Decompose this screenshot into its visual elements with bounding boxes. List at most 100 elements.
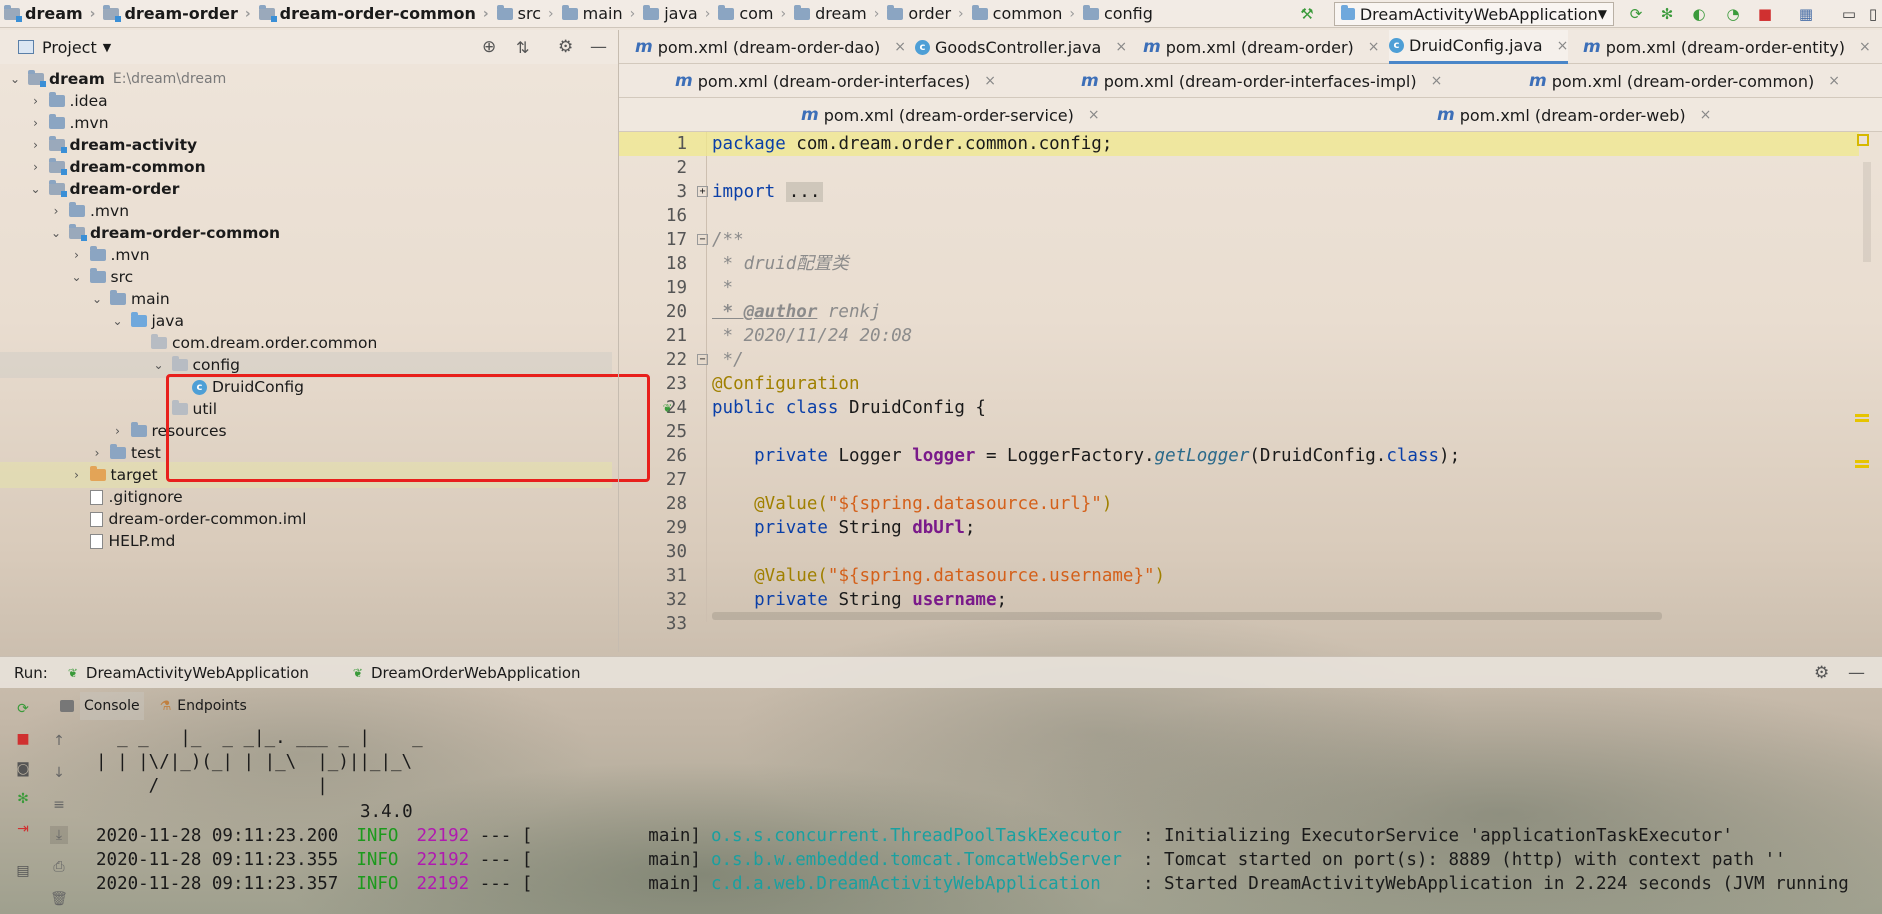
chevron-right-icon[interactable]: › [90, 446, 104, 460]
clear-icon[interactable]: 🗑 [50, 890, 68, 908]
editor-tab[interactable]: m pom.xml (dream-order-interfaces) × [675, 64, 996, 98]
gear-icon[interactable]: ⚙ [558, 37, 573, 57]
coverage-icon[interactable]: ◐ [1690, 5, 1708, 23]
editor-scrollbar[interactable] [1863, 162, 1871, 262]
console-output[interactable]: _ _ |_ _ _|_. ___ _ | _ | | |\/|_)(_| | … [96, 722, 1882, 914]
build-hammer-icon[interactable]: ⚒ [1298, 5, 1316, 23]
fold-collapse-icon[interactable]: − [697, 354, 708, 365]
breadcrumb-item[interactable]: dream-order-common › [255, 0, 493, 28]
close-icon[interactable]: × [1115, 39, 1127, 55]
chevron-down-icon[interactable]: ⌄ [49, 226, 63, 240]
editor-tab[interactable]: m pom.xml (dream-order-service) × [801, 98, 1100, 132]
camera-icon[interactable]: ◙ [14, 760, 32, 778]
error-stripe-mark[interactable] [1855, 460, 1869, 463]
close-icon[interactable]: × [1431, 73, 1443, 89]
fold-collapse-icon[interactable]: − [697, 234, 708, 245]
close-icon[interactable]: × [1700, 107, 1712, 123]
chevron-right-icon[interactable]: › [29, 94, 43, 108]
tab-endpoints[interactable]: Endpoints [177, 698, 247, 714]
folded-imports[interactable]: ... [785, 182, 824, 202]
close-icon[interactable]: × [1368, 39, 1380, 55]
breadcrumb-item[interactable]: dream › [0, 0, 99, 28]
breadcrumb-item[interactable]: config [1079, 0, 1157, 28]
editor-tab[interactable]: m pom.xml (dream-order-interfaces-impl) × [1081, 64, 1442, 98]
tab-console[interactable]: Console [80, 692, 144, 720]
chevron-right-icon[interactable]: › [70, 468, 84, 482]
editor-tab[interactable]: m pom.xml (dream-order-web) × [1437, 98, 1711, 132]
chevron-down-icon[interactable]: ⌄ [111, 314, 125, 328]
editor-tab[interactable]: c GoodsController.java × [915, 30, 1127, 64]
rerun-icon[interactable]: ⟳ [14, 700, 32, 718]
minimize-icon[interactable]: — [590, 37, 607, 57]
project-structure-icon[interactable]: ▦ [1797, 5, 1815, 23]
close-icon[interactable]: × [1557, 38, 1569, 54]
breadcrumb-item[interactable]: dream-order › [99, 0, 254, 28]
stop-icon[interactable]: ■ [14, 730, 32, 748]
chevron-right-icon[interactable]: › [49, 204, 63, 218]
search-everywhere-icon[interactable]: ▭ [1840, 5, 1858, 23]
editor-tab[interactable]: m pom.xml (dream-order-entity) × [1583, 30, 1871, 64]
tree-item[interactable]: HELP.md [0, 528, 612, 554]
more-icon[interactable]: ▯ [1864, 5, 1882, 23]
tab-label: pom.xml (dream-order-common) [1551, 71, 1815, 91]
chevron-down-icon[interactable]: ▼ [103, 41, 111, 54]
chevron-down-icon[interactable]: ⌄ [70, 270, 84, 284]
close-icon[interactable]: × [1088, 107, 1100, 123]
tree-label: HELP.md [108, 532, 176, 550]
breadcrumb-item[interactable]: java › [639, 0, 714, 28]
fold-expand-icon[interactable]: + [697, 186, 708, 197]
up-arrow-icon[interactable]: ↑ [50, 732, 68, 750]
chevron-right-icon[interactable]: › [70, 248, 84, 262]
debug-icon[interactable]: ✻ [14, 790, 32, 808]
locate-target-icon[interactable]: ⊕ [482, 37, 496, 57]
collapse-all-icon[interactable]: ⇅ [516, 38, 529, 57]
run-tab-order[interactable]: DreamOrderWebApplication [371, 664, 581, 682]
minimize-icon[interactable]: — [1848, 663, 1865, 683]
down-arrow-icon[interactable]: ↓ [50, 764, 68, 782]
soft-wrap-icon[interactable]: ≡ [50, 796, 68, 814]
editor-tab[interactable]: m pom.xml (dream-order-common) × [1529, 64, 1840, 98]
breadcrumb-item[interactable]: com › [714, 0, 790, 28]
breadcrumb-item[interactable]: src › [493, 0, 558, 28]
close-icon[interactable]: × [1828, 73, 1840, 89]
error-stripe-mark[interactable] [1855, 414, 1869, 417]
run-config-select[interactable]: DreamActivityWebApplication ▼ [1334, 2, 1614, 26]
breadcrumb-item[interactable]: main › [558, 0, 640, 28]
breadcrumb-item[interactable]: common › [968, 0, 1079, 28]
file-icon [89, 511, 103, 527]
editor-tab[interactable]: m pom.xml (dream-order-dao) × [635, 30, 906, 64]
chevron-right-icon[interactable]: › [111, 424, 125, 438]
code-editor[interactable]: 1 2 3 16 17 18 19 20 21 22 23 24 25 26 27 28 29 30 31 32 33 … [619, 132, 1882, 634]
inspection-status-icon[interactable] [1857, 134, 1869, 146]
rerun-icon[interactable]: ⟳ [1627, 5, 1645, 23]
editor-tab[interactable]: m pom.xml (dream-order) × [1143, 30, 1380, 64]
project-panel-title[interactable]: Project [42, 38, 97, 57]
breadcrumb-item[interactable]: dream › [790, 0, 883, 28]
exit-icon[interactable]: ⇥ [14, 820, 32, 838]
chevron-right-icon[interactable]: › [29, 160, 43, 174]
close-icon[interactable]: × [984, 73, 996, 89]
stop-icon[interactable]: ■ [1756, 5, 1774, 23]
gear-icon[interactable]: ⚙ [1814, 663, 1829, 683]
line-number: 19 [665, 278, 687, 298]
scroll-to-end-icon[interactable]: ⤓ [50, 826, 68, 844]
chevron-down-icon[interactable]: ⌄ [8, 72, 22, 86]
horizontal-scrollbar[interactable] [712, 612, 1662, 620]
profile-icon[interactable]: ◔ [1724, 5, 1742, 23]
breadcrumb-item[interactable]: order › [883, 0, 967, 28]
close-icon[interactable]: × [894, 39, 906, 55]
tree-label: dream-order [69, 180, 180, 198]
chevron-right-icon[interactable]: › [29, 138, 43, 152]
module-folder-icon [28, 70, 46, 87]
run-tab-activity[interactable]: DreamActivityWebApplication [86, 664, 309, 682]
close-icon[interactable]: × [1859, 39, 1871, 55]
debug-bug-icon[interactable]: ✻ [1658, 5, 1676, 23]
chevron-down-icon[interactable]: ⌄ [90, 292, 104, 306]
chevron-down-icon[interactable]: ⌄ [29, 182, 43, 196]
layout-icon[interactable]: ▤ [14, 862, 32, 880]
print-icon[interactable]: ⎙ [50, 858, 68, 876]
chevron-down-icon[interactable]: ⌄ [152, 358, 166, 372]
spring-bean-icon[interactable]: ❦ [663, 400, 671, 416]
editor-tab[interactable]: c DruidConfig.java × [1389, 30, 1569, 64]
chevron-right-icon[interactable]: › [29, 116, 43, 130]
